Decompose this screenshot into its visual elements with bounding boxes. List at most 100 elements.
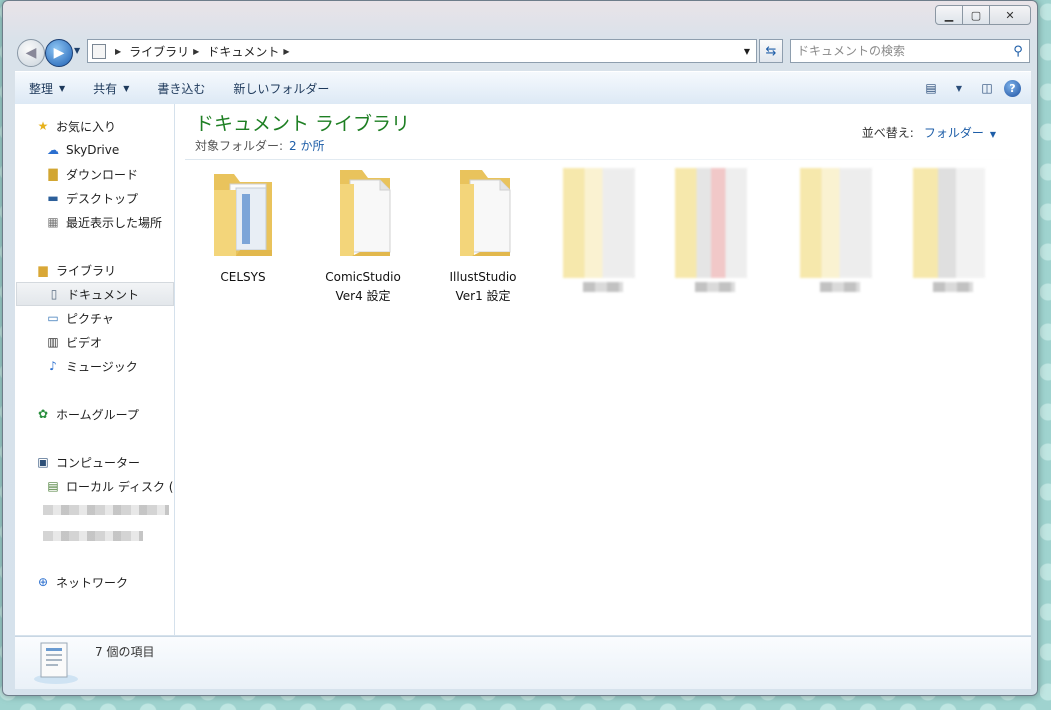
homegroup-icon: ✿ [37, 407, 49, 421]
computer-icon: ▣ [37, 455, 49, 469]
view-options-dropdown[interactable]: ▼ [954, 79, 964, 97]
picture-icon: ▭ [47, 311, 59, 325]
locations-link[interactable]: 2 か所 [289, 139, 324, 153]
preview-pane-button[interactable]: ◫ [976, 79, 998, 97]
navigation-pane: ★ お気に入り ☁ SkyDrive ▇ ダウンロード ▬ デスクトップ ▦ 最… [15, 104, 175, 635]
star-icon: ★ [37, 119, 49, 133]
nav-favorites-label: お気に入り [56, 119, 117, 134]
minimize-button[interactable]: ▁ [935, 5, 963, 25]
library-documents-icon [34, 642, 78, 684]
desktop-icon: ▬ [47, 191, 59, 205]
organize-menu[interactable]: 整理 ▼ [15, 80, 79, 97]
recent-pages-dropdown[interactable]: ▼ [74, 46, 80, 55]
redacted-item[interactable] [913, 168, 985, 292]
nav-favorites[interactable]: ★ お気に入り [35, 115, 116, 137]
forward-button[interactable]: ▶ [45, 39, 73, 67]
chevron-right-icon[interactable]: ▶ [193, 47, 199, 56]
chevron-right-icon[interactable]: ▶ [283, 47, 289, 56]
file-name-line1: ComicStudio [325, 270, 401, 284]
document-icon: ▯ [50, 287, 58, 301]
maximize-button[interactable]: ▢ [962, 5, 990, 25]
nav-libraries-label: ライブラリ [56, 263, 117, 278]
header-divider [185, 159, 1021, 160]
folder-icon [340, 170, 391, 256]
file-list-pane: ドキュメント ライブラリ 対象フォルダー: 2 か所 並べ替え: フォルダー ▼ CE… [175, 104, 1031, 635]
nav-homegroup-label: ホームグループ [56, 407, 139, 422]
view-icon: ▤ [925, 81, 937, 95]
local-disk-icon: ▤ [47, 479, 59, 493]
nav-recent-places[interactable]: ▦ 最近表示した場所 [45, 211, 162, 233]
item-count: 7 個の項目 [95, 645, 155, 659]
nav-documents[interactable]: ▯ ドキュメント [16, 282, 174, 306]
nav-music-label: ミュージック [66, 359, 138, 374]
redacted-drive-1[interactable] [43, 505, 169, 515]
refresh-icon: ⇆ [765, 43, 777, 59]
network-icon: ⊕ [37, 575, 49, 589]
nav-pictures-label: ピクチャ [66, 311, 114, 326]
folder-icon [460, 170, 511, 256]
explorer-window: ▁ ▢ ✕ ◀ ▶ ▼ ▶ ライブラリ ▶ ドキュメント ▶ ▼ ⇆ ⚲ 整理 ▼… [2, 0, 1038, 696]
new-folder-label: 新しいフォルダー [233, 81, 330, 96]
folder-icon [214, 174, 272, 256]
nav-pictures[interactable]: ▭ ピクチャ [45, 307, 114, 329]
nav-music[interactable]: ♪ ミュージック [45, 355, 138, 377]
redacted-item[interactable] [800, 168, 872, 292]
file-name-line2: Ver1 設定 [455, 289, 511, 303]
change-view-button[interactable]: ▤ [920, 79, 942, 97]
cloud-icon: ☁ [47, 143, 59, 157]
breadcrumb-documents[interactable]: ドキュメント [207, 43, 279, 60]
file-name: CELSYS [220, 268, 265, 287]
caret-down-icon: ▼ [123, 83, 130, 93]
nav-network[interactable]: ⊕ ネットワーク [35, 571, 128, 593]
library-subtitle: 対象フォルダー: 2 か所 [195, 137, 325, 154]
nav-local-disk-label: ローカル ディスク ( [66, 479, 174, 494]
new-folder-button[interactable]: 新しいフォルダー [219, 80, 343, 97]
music-note-icon: ♪ [49, 359, 57, 373]
redacted-drive-2[interactable] [43, 531, 143, 541]
close-button[interactable]: ✕ [989, 5, 1031, 25]
folder-item[interactable]: CELSYS [188, 166, 298, 287]
library-icon: ▆ [38, 263, 48, 277]
file-name-line1: IllustStudio [449, 270, 517, 284]
search-input[interactable] [791, 43, 1007, 59]
nav-videos[interactable]: ▥ ビデオ [45, 331, 102, 353]
nav-desktop[interactable]: ▬ デスクトップ [45, 187, 138, 209]
navigation-bar: ◀ ▶ ▼ ▶ ライブラリ ▶ ドキュメント ▶ ▼ ⇆ ⚲ [17, 37, 1030, 67]
burn-button[interactable]: 書き込む [143, 80, 219, 97]
nav-downloads[interactable]: ▇ ダウンロード [45, 163, 138, 185]
download-folder-icon: ▇ [48, 167, 58, 181]
command-bar: 整理 ▼ 共有 ▼ 書き込む 新しいフォルダー ▤ ▼ ◫ ? [15, 71, 1031, 105]
folder-item[interactable]: ComicStudio Ver4 設定 [308, 166, 418, 306]
file-name: ComicStudio Ver4 設定 [325, 268, 401, 306]
arrange-by-value[interactable]: フォルダー [924, 126, 984, 140]
address-dropdown-icon[interactable]: ▼ [744, 47, 750, 56]
share-menu[interactable]: 共有 ▼ [79, 80, 143, 97]
refresh-button[interactable]: ⇆ [759, 39, 783, 63]
folder-item[interactable]: IllustStudio Ver1 設定 [428, 166, 538, 306]
caret-down-icon[interactable]: ▼ [990, 130, 996, 139]
help-button[interactable]: ? [1004, 79, 1021, 97]
nav-skydrive[interactable]: ☁ SkyDrive [45, 139, 119, 161]
redacted-item[interactable] [563, 168, 635, 292]
nav-downloads-label: ダウンロード [66, 167, 139, 182]
breadcrumb-libraries[interactable]: ライブラリ [129, 43, 189, 60]
caret-down-icon: ▼ [59, 83, 66, 93]
chevron-right-icon[interactable]: ▶ [115, 47, 121, 56]
redacted-item[interactable] [675, 168, 747, 292]
arrow-left-icon: ◀ [25, 45, 37, 61]
search-icon[interactable]: ⚲ [1007, 44, 1029, 59]
nav-recent-label: 最近表示した場所 [66, 215, 163, 230]
share-label: 共有 [93, 81, 118, 96]
nav-network-label: ネットワーク [56, 575, 129, 590]
nav-local-disk[interactable]: ▤ ローカル ディスク ( [45, 475, 173, 497]
file-name-line2: Ver4 設定 [335, 289, 391, 303]
document-icon [92, 43, 106, 59]
nav-homegroup[interactable]: ✿ ホームグループ [35, 403, 139, 425]
arrow-right-icon: ▶ [53, 45, 65, 61]
back-button[interactable]: ◀ [17, 39, 45, 67]
nav-computer[interactable]: ▣ コンピューター [35, 451, 140, 473]
nav-libraries[interactable]: ▆ ライブラリ [35, 259, 116, 281]
search-box[interactable]: ⚲ [790, 39, 1030, 63]
nav-desktop-label: デスクトップ [66, 191, 139, 206]
address-bar[interactable]: ▶ ライブラリ ▶ ドキュメント ▶ ▼ [87, 39, 757, 63]
